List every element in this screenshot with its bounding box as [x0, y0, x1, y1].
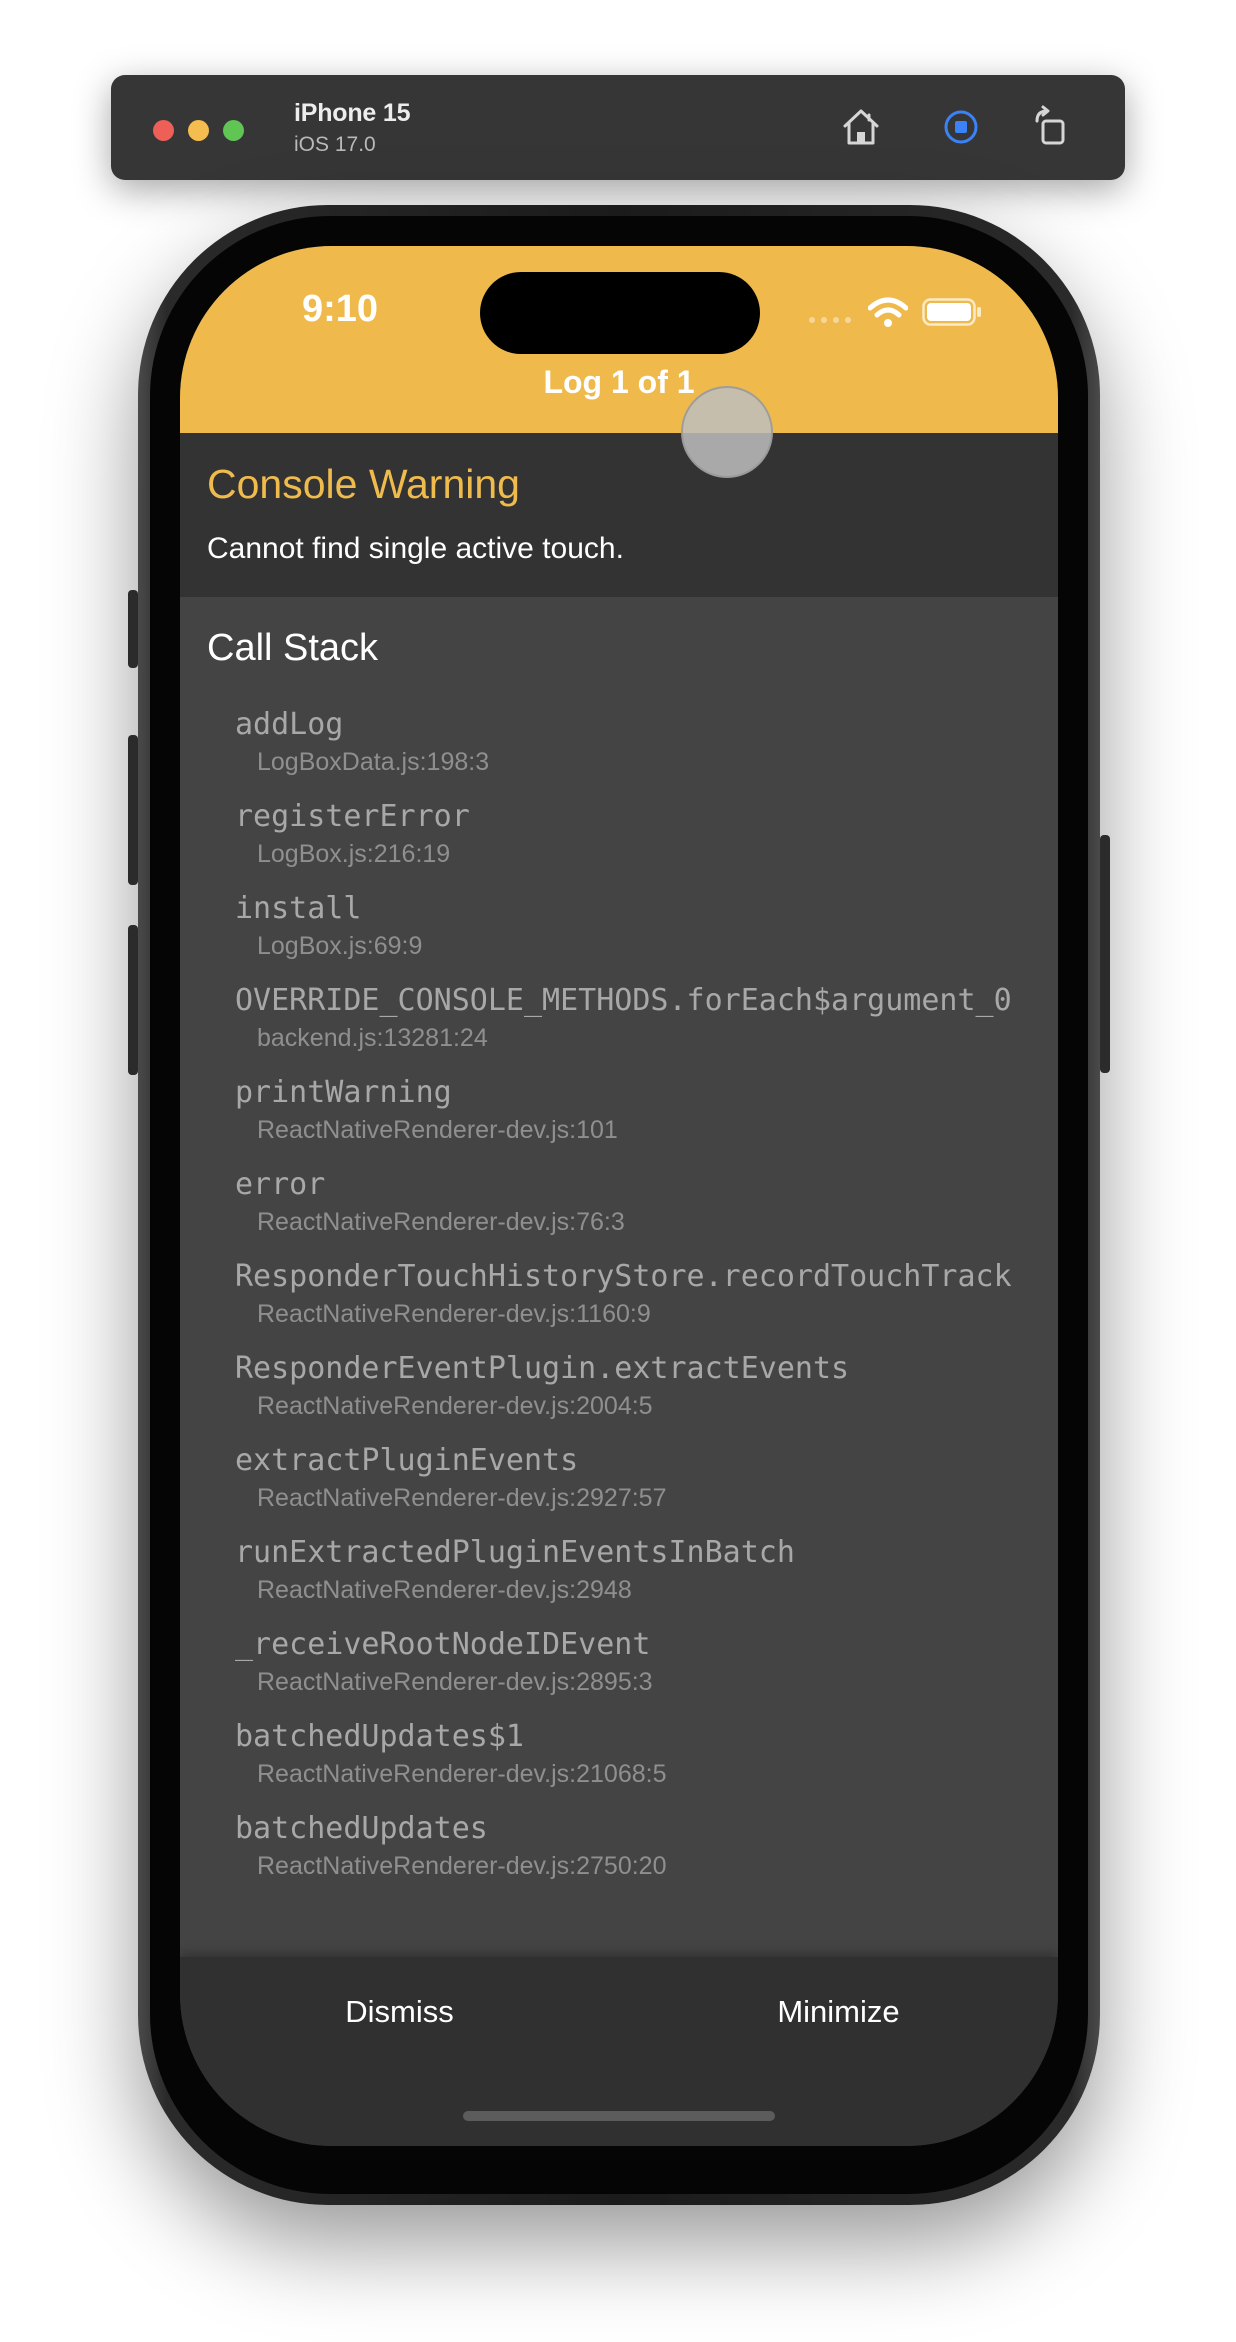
stack-frame[interactable]: error ReactNativeRenderer-dev.js:76:3 — [235, 1165, 1015, 1239]
log-counter: Log 1 of 1 — [543, 364, 695, 400]
stack-frame-location: ReactNativeRenderer-dev.js:2927:57 — [257, 1484, 667, 1512]
stack-frame-function: batchedUpdates$1 — [235, 1719, 524, 1754]
stack-frame[interactable]: ResponderTouchHistoryStore.recordTouchTr… — [235, 1257, 1015, 1331]
stack-frame-location: backend.js:13281:24 — [257, 1024, 488, 1052]
stack-frame-function: registerError — [235, 799, 470, 834]
stack-frame-function: printWarning — [235, 1075, 452, 1110]
stack-frame-location: ReactNativeRenderer-dev.js:2948 — [257, 1576, 632, 1604]
battery-icon — [922, 298, 981, 326]
window-minimize-button[interactable] — [188, 120, 209, 141]
stack-frame-function: error — [235, 1167, 326, 1202]
logbox-header: 9:10 Log 1 of 1 — [180, 246, 1058, 433]
rotate-icon[interactable] — [1025, 101, 1077, 153]
device-name: iPhone 15 — [294, 99, 411, 127]
stack-frame[interactable]: printWarning ReactNativeRenderer-dev.js:… — [235, 1073, 1015, 1147]
status-bar-time: 9:10 — [302, 288, 379, 330]
stack-frame-location: ReactNativeRenderer-dev.js:76:3 — [257, 1208, 625, 1236]
home-icon[interactable] — [835, 101, 887, 153]
call-stack-title: Call Stack — [207, 627, 379, 669]
stack-frame-function: _receiveRootNodeIDEvent — [235, 1627, 651, 1662]
call-stack-panel[interactable]: Call Stack addLog LogBoxData.js:198:3 re… — [180, 597, 1058, 1957]
stack-frame-location: LogBoxData.js:198:3 — [257, 748, 490, 776]
volume-up-button — [128, 735, 138, 885]
stack-frame-location: ReactNativeRenderer-dev.js:101 — [257, 1116, 618, 1144]
stack-frame[interactable]: batchedUpdates ReactNativeRenderer-dev.j… — [235, 1809, 1015, 1883]
stack-frame-location: ReactNativeRenderer-dev.js:2750:20 — [257, 1852, 667, 1880]
device-screen: 9:10 Log 1 of 1 Console Warning Cannot f… — [180, 246, 1058, 2146]
stack-frame[interactable]: extractPluginEvents ReactNativeRenderer-… — [235, 1441, 1015, 1515]
action-button — [128, 590, 138, 668]
stack-frame-function: batchedUpdates — [235, 1811, 488, 1846]
home-indicator[interactable] — [463, 2111, 775, 2121]
stack-frame[interactable]: runExtractedPluginEventsInBatch ReactNat… — [235, 1533, 1015, 1607]
warning-message: Cannot find single active touch. — [207, 532, 624, 565]
stack-frame-location: ReactNativeRenderer-dev.js:1160:9 — [257, 1300, 651, 1328]
simulator-window: iPhone 15 iOS 17.0 9:10 Log 1 of 1 Conso… — [0, 0, 1236, 2342]
stack-frame-list: addLog LogBoxData.js:198:3 registerError… — [235, 705, 1015, 1901]
stack-frame-function: extractPluginEvents — [235, 1443, 579, 1478]
stack-frame[interactable]: ResponderEventPlugin.extractEvents React… — [235, 1349, 1015, 1423]
logbox-footer: Dismiss Minimize — [180, 1957, 1058, 2146]
stack-frame-function: OVERRIDE_CONSOLE_METHODS.forEach$argumen… — [235, 983, 1012, 1018]
touch-indicator — [681, 386, 773, 478]
minimize-button[interactable]: Minimize — [619, 1957, 1058, 2067]
dynamic-island — [480, 272, 760, 354]
stack-frame[interactable]: _receiveRootNodeIDEvent ReactNativeRende… — [235, 1625, 1015, 1699]
stack-frame-location: ReactNativeRenderer-dev.js:2895:3 — [257, 1668, 653, 1696]
simulator-toolbar: iPhone 15 iOS 17.0 — [111, 75, 1125, 180]
warning-title: Console Warning — [207, 461, 520, 507]
window-zoom-button[interactable] — [223, 120, 244, 141]
signal-icon — [809, 317, 851, 323]
stack-frame[interactable]: addLog LogBoxData.js:198:3 — [235, 705, 1015, 779]
stack-frame-location: ReactNativeRenderer-dev.js:21068:5 — [257, 1760, 667, 1788]
wifi-icon — [868, 297, 908, 327]
stack-frame-location: LogBox.js:69:9 — [257, 932, 423, 960]
stack-frame-function: ResponderEventPlugin.extractEvents — [235, 1351, 850, 1386]
stack-frame-function: runExtractedPluginEventsInBatch — [235, 1535, 795, 1570]
window-close-button[interactable] — [153, 120, 174, 141]
power-button — [1100, 835, 1110, 1073]
dismiss-button[interactable]: Dismiss — [180, 1957, 619, 2067]
stack-frame[interactable]: batchedUpdates$1 ReactNativeRenderer-dev… — [235, 1717, 1015, 1791]
screenshot-icon[interactable] — [935, 101, 987, 153]
warning-message-panel: Console Warning Cannot find single activ… — [180, 433, 1058, 597]
stack-frame-location: ReactNativeRenderer-dev.js:2004:5 — [257, 1392, 653, 1420]
stack-frame[interactable]: OVERRIDE_CONSOLE_METHODS.forEach$argumen… — [235, 981, 1015, 1055]
stack-frame-function: install — [235, 891, 362, 926]
volume-down-button — [128, 925, 138, 1075]
stack-frame[interactable]: registerError LogBox.js:216:19 — [235, 797, 1015, 871]
stack-frame-function: addLog — [235, 707, 344, 742]
stack-frame-location: LogBox.js:216:19 — [257, 840, 451, 868]
stack-frame-function: ResponderTouchHistoryStore.recordTouchTr… — [235, 1259, 1012, 1294]
stack-frame[interactable]: install LogBox.js:69:9 — [235, 889, 1015, 963]
device-os-version: iOS 17.0 — [294, 133, 376, 156]
